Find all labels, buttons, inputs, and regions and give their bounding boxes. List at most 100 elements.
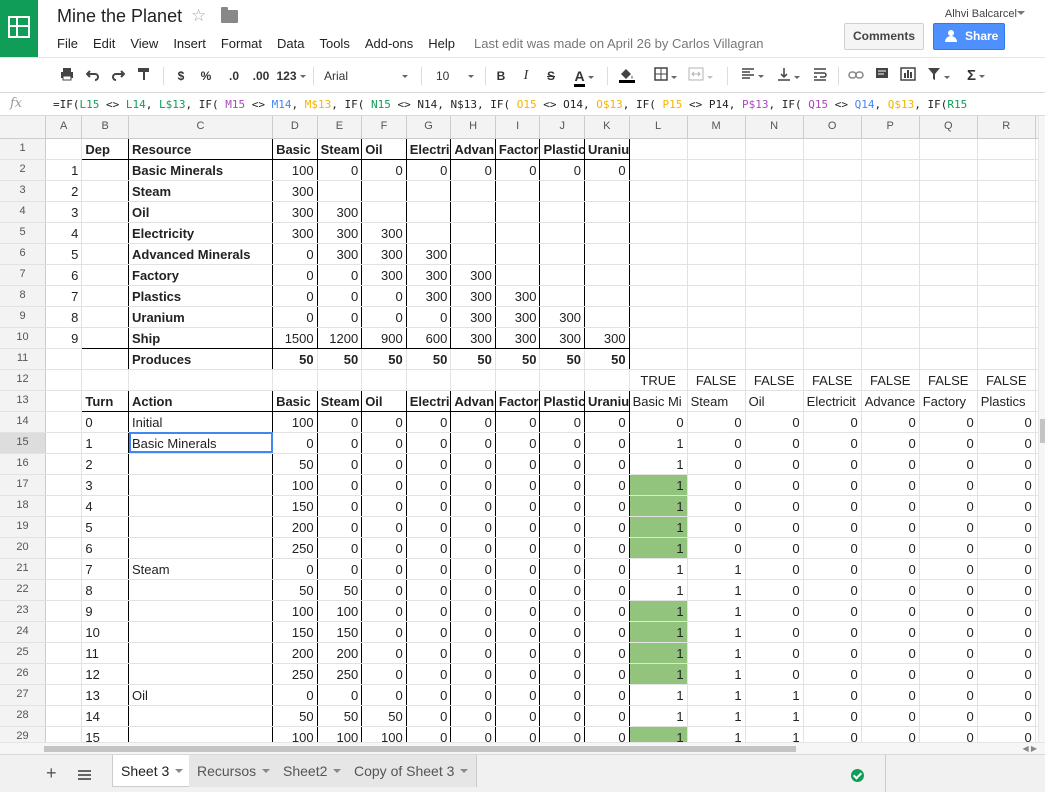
cell-a24[interactable] xyxy=(45,621,83,643)
row-header[interactable]: 6 xyxy=(0,243,47,265)
cell-g14[interactable]: 0 xyxy=(406,411,452,433)
cell-d21[interactable]: 0 xyxy=(272,558,318,580)
cell-p6[interactable] xyxy=(861,243,920,265)
redo-icon[interactable] xyxy=(110,67,126,85)
row-header[interactable]: 5 xyxy=(0,222,47,244)
cell-i15[interactable]: 0 xyxy=(495,432,541,454)
menu-view[interactable]: View xyxy=(130,36,158,51)
cell-c21[interactable]: Steam xyxy=(128,558,274,580)
row-header[interactable]: 1 xyxy=(0,138,47,160)
cell-r6[interactable] xyxy=(977,243,1036,265)
cell-q15[interactable]: 0 xyxy=(919,432,978,454)
cell-c12[interactable] xyxy=(128,369,274,391)
cell-h19[interactable]: 0 xyxy=(450,516,496,538)
cell-c11[interactable]: Produces xyxy=(128,348,274,370)
cell-d26[interactable]: 250 xyxy=(272,663,318,685)
cell-q3[interactable] xyxy=(919,180,978,202)
cell-g19[interactable]: 0 xyxy=(406,516,452,538)
row-header[interactable]: 27 xyxy=(0,684,47,706)
cell-q1[interactable] xyxy=(919,138,978,160)
cell-e9[interactable]: 0 xyxy=(317,306,363,328)
functions-button[interactable]: Σ xyxy=(962,67,990,85)
cell-d29[interactable]: 100 xyxy=(272,726,318,742)
cell-r3[interactable] xyxy=(977,180,1036,202)
cell-n11[interactable] xyxy=(745,348,804,370)
cell-i2[interactable]: 0 xyxy=(495,159,541,181)
cell-q12[interactable]: FALSE xyxy=(919,369,978,391)
cell-m20[interactable]: 0 xyxy=(687,537,746,559)
row-header[interactable]: 7 xyxy=(0,264,47,286)
chevron-down-icon[interactable] xyxy=(262,769,271,773)
cell-n17[interactable]: 0 xyxy=(745,474,804,496)
add-sheet-icon[interactable]: + xyxy=(46,764,57,782)
cell-b11[interactable] xyxy=(81,348,129,370)
cell-d9[interactable]: 0 xyxy=(272,306,318,328)
cell-n24[interactable]: 0 xyxy=(745,621,804,643)
cell-j15[interactable]: 0 xyxy=(539,432,585,454)
cell-h24[interactable]: 0 xyxy=(450,621,496,643)
cell-q9[interactable] xyxy=(919,306,978,328)
cell-p20[interactable]: 0 xyxy=(861,537,920,559)
cell-f21[interactable]: 0 xyxy=(361,558,407,580)
cell-a27[interactable] xyxy=(45,684,83,706)
cell-f22[interactable]: 0 xyxy=(361,579,407,601)
document-title[interactable]: Mine the Planet xyxy=(57,6,182,27)
cell-i22[interactable]: 0 xyxy=(495,579,541,601)
star-icon[interactable]: ☆ xyxy=(191,6,206,26)
cell-n2[interactable] xyxy=(745,159,804,181)
column-header-r[interactable]: R xyxy=(977,116,1036,139)
cell-b22[interactable]: 8 xyxy=(81,579,129,601)
cell-e25[interactable]: 200 xyxy=(317,642,363,664)
cell-l26[interactable]: 1 xyxy=(629,663,688,685)
cell-p9[interactable] xyxy=(861,306,920,328)
cell-p4[interactable] xyxy=(861,201,920,223)
decrease-decimal-button[interactable]: .0 xyxy=(224,67,244,85)
menu-help[interactable]: Help xyxy=(428,36,455,51)
cell-d13[interactable]: Basic xyxy=(272,389,318,412)
cell-f12[interactable] xyxy=(361,369,407,391)
cell-k3[interactable] xyxy=(584,180,630,202)
cell-r25[interactable]: 0 xyxy=(977,642,1036,664)
cell-b7[interactable] xyxy=(81,264,129,286)
cell-l13[interactable]: Basic Mi xyxy=(629,390,688,412)
cell-d2[interactable]: 100 xyxy=(272,159,318,181)
chevron-down-icon[interactable] xyxy=(333,769,342,773)
column-header-c[interactable]: C xyxy=(128,116,274,139)
column-header-q[interactable]: Q xyxy=(919,116,978,139)
cell-n6[interactable] xyxy=(745,243,804,265)
cell-p14[interactable]: 0 xyxy=(861,411,920,433)
cell-h8[interactable]: 300 xyxy=(450,285,496,307)
chevron-down-icon[interactable] xyxy=(175,769,184,773)
cell-j18[interactable]: 0 xyxy=(539,495,585,517)
cell-d11[interactable]: 50 xyxy=(272,348,318,370)
cell-f17[interactable]: 0 xyxy=(361,474,407,496)
cell-q29[interactable]: 0 xyxy=(919,726,978,742)
cell-m2[interactable] xyxy=(687,159,746,181)
cell-m26[interactable]: 1 xyxy=(687,663,746,685)
cell-d14[interactable]: 100 xyxy=(272,411,318,433)
cell-c8[interactable]: Plastics xyxy=(128,285,274,307)
cell-h21[interactable]: 0 xyxy=(450,558,496,580)
cell-l29[interactable]: 1 xyxy=(629,726,688,742)
cell-o5[interactable] xyxy=(803,222,862,244)
cell-n5[interactable] xyxy=(745,222,804,244)
cell-g7[interactable]: 300 xyxy=(406,264,452,286)
cell-p12[interactable]: FALSE xyxy=(861,369,920,391)
cell-g29[interactable]: 0 xyxy=(406,726,452,742)
cell-f19[interactable]: 0 xyxy=(361,516,407,538)
cell-k16[interactable]: 0 xyxy=(584,453,630,475)
filter-icon[interactable] xyxy=(924,67,952,85)
row-header[interactable]: 26 xyxy=(0,663,47,685)
column-header-e[interactable]: E xyxy=(317,116,363,139)
text-color-button[interactable]: A xyxy=(569,67,599,87)
cell-a16[interactable] xyxy=(45,453,83,475)
row-header[interactable]: 13 xyxy=(0,390,47,412)
cell-i11[interactable]: 50 xyxy=(495,348,541,370)
cell-p13[interactable]: Advance xyxy=(861,390,920,412)
cell-g8[interactable]: 300 xyxy=(406,285,452,307)
cell-r8[interactable] xyxy=(977,285,1036,307)
cell-f15[interactable]: 0 xyxy=(361,432,407,454)
cell-a22[interactable] xyxy=(45,579,83,601)
horizontal-align-icon[interactable] xyxy=(738,67,766,85)
font-size-dropdown[interactable]: 10 xyxy=(436,67,478,85)
